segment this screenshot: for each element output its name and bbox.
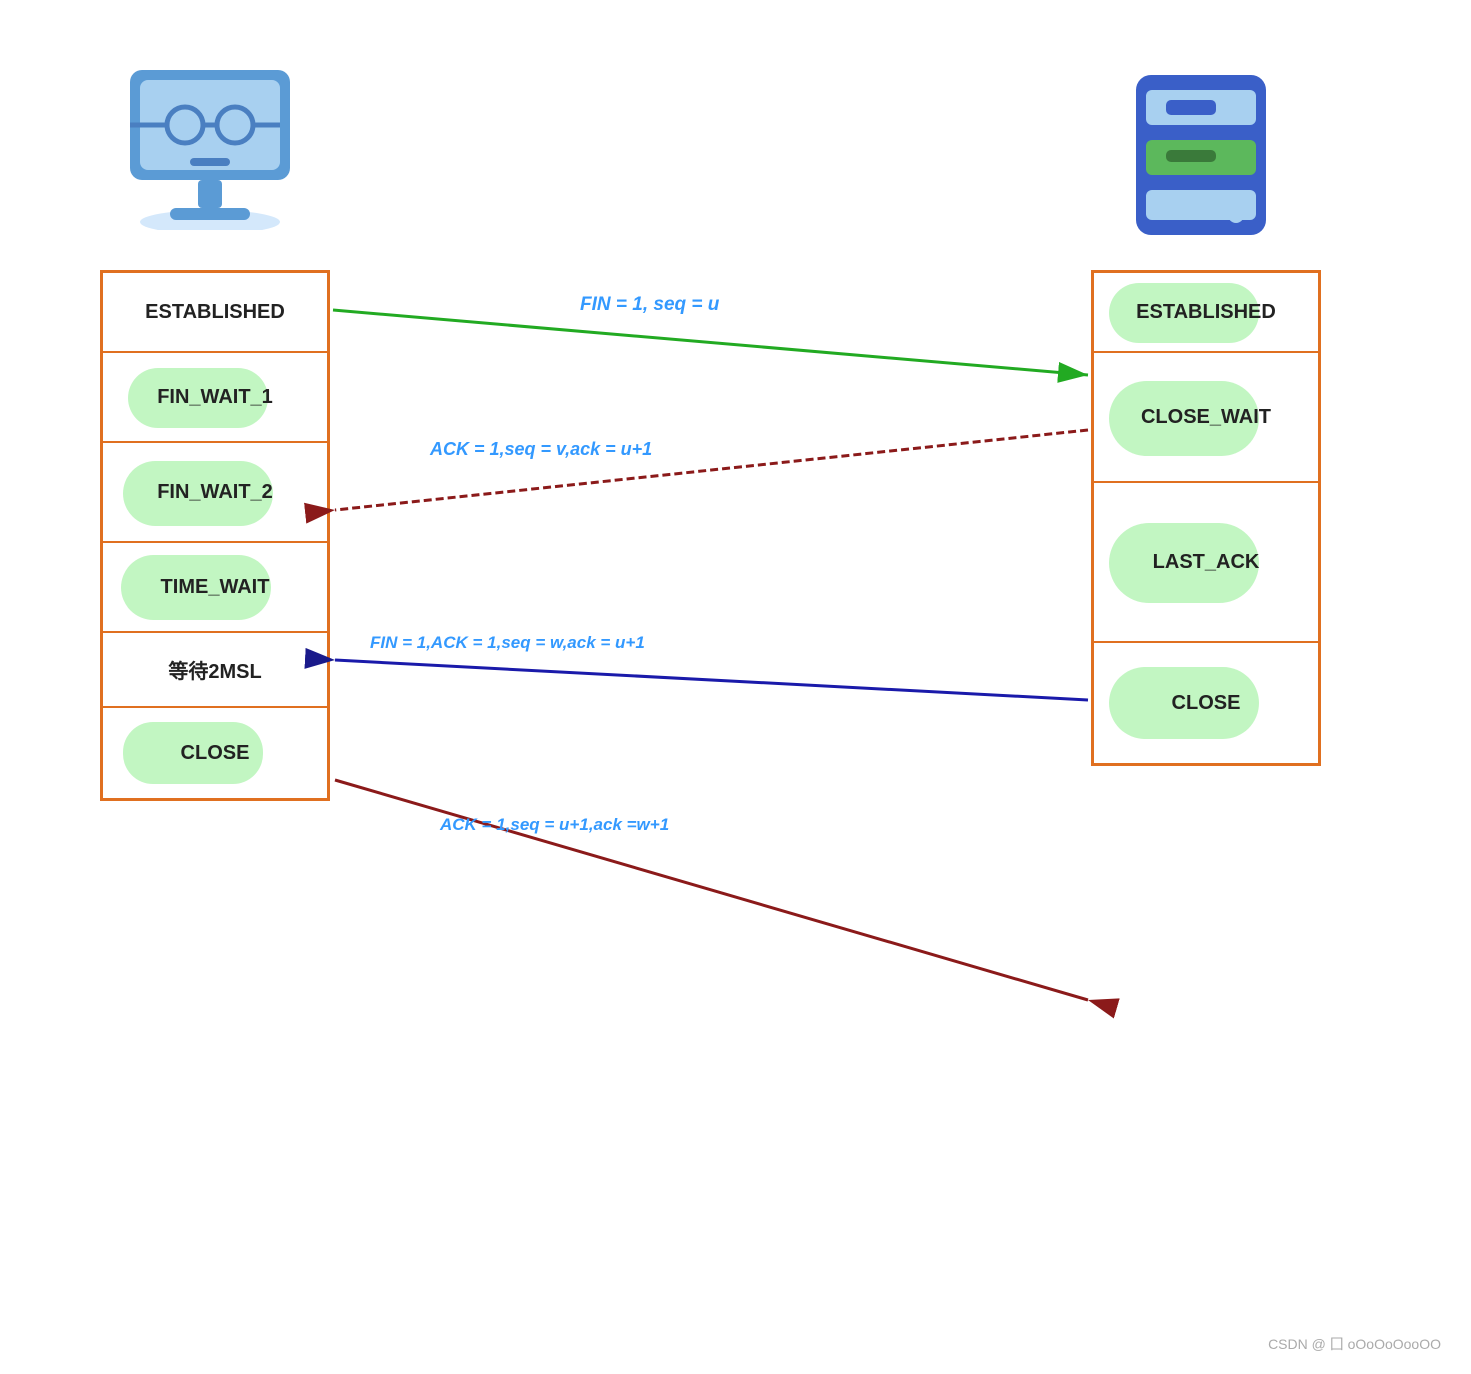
right-state-established: ESTABLISHED: [1094, 273, 1318, 353]
left-state-box: ESTABLISHED FIN_WAIT_1 FIN_WAIT_2 TIME_W…: [100, 270, 330, 801]
right-close-label: CLOSE: [1172, 692, 1241, 715]
svg-text:ACK = 1,seq = u+1,ack =w+1: ACK = 1,seq = u+1,ack =w+1: [439, 815, 669, 834]
left-fin-wait-1-label: FIN_WAIT_1: [157, 386, 273, 409]
left-wait-2msl-label: 等待2MSL: [168, 655, 261, 684]
svg-text:ACK = 1,seq = v,ack = u+1: ACK = 1,seq = v,ack = u+1: [429, 439, 652, 459]
left-state-close: CLOSE: [103, 708, 327, 798]
svg-text:FIN = 1, seq = u: FIN = 1, seq = u: [580, 294, 720, 315]
left-state-fin-wait-1: FIN_WAIT_1: [103, 353, 327, 443]
right-close-wait-label: CLOSE_WAIT: [1141, 406, 1271, 429]
server-icon: [1121, 60, 1281, 240]
svg-text:FIN = 1,ACK = 1,seq = w,ack =: FIN = 1,ACK = 1,seq = w,ack = u+1: [370, 633, 645, 652]
right-established-label: ESTABLISHED: [1136, 301, 1276, 324]
watermark: CSDN @ 囗 oOoOoOooOO: [1268, 1334, 1441, 1354]
left-time-wait-label: TIME_WAIT: [161, 576, 270, 599]
left-close-label: CLOSE: [181, 742, 250, 765]
left-state-established: ESTABLISHED: [103, 273, 327, 353]
right-last-ack-label: LAST_ACK: [1153, 551, 1260, 574]
left-state-fin-wait-2: FIN_WAIT_2: [103, 443, 327, 543]
left-state-time-wait: TIME_WAIT: [103, 543, 327, 633]
computer-icon: [120, 60, 300, 240]
left-established-label: ESTABLISHED: [145, 301, 285, 324]
right-state-close-wait: CLOSE_WAIT: [1094, 353, 1318, 483]
left-state-wait-2msl: 等待2MSL: [103, 633, 327, 708]
left-fin-wait-2-label: FIN_WAIT_2: [157, 481, 273, 504]
diagram-container: ESTABLISHED FIN_WAIT_1 FIN_WAIT_2 TIME_W…: [0, 0, 1471, 1374]
right-state-box: ESTABLISHED CLOSE_WAIT LAST_ACK CLOSE: [1091, 270, 1321, 766]
right-state-close: CLOSE: [1094, 643, 1318, 763]
right-state-last-ack: LAST_ACK: [1094, 483, 1318, 643]
